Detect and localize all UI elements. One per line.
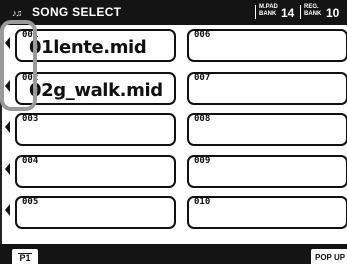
song-slot-001[interactable]: 001 01lente.mid — [15, 29, 176, 62]
reg-label-bottom: BANK — [304, 11, 322, 17]
title-bar: ♪♫ SONG SELECT M.PAD BANK 14 REG. BANK 1… — [0, 0, 347, 25]
tab-grip-icon — [18, 247, 32, 254]
select-arrow-icon[interactable] — [5, 121, 10, 133]
song-slot-005[interactable]: 005 — [15, 196, 176, 229]
reg-bank-label: REG. BANK — [304, 4, 321, 18]
page-title: SONG SELECT — [32, 5, 122, 19]
slot-number: 003 — [22, 114, 39, 124]
slot-number: 009 — [194, 156, 211, 166]
popup-button[interactable]: POP UP — [311, 249, 347, 264]
popup-label: POP UP — [315, 253, 346, 262]
song-slot-003[interactable]: 003 — [15, 113, 176, 146]
slot-number: 007 — [194, 73, 211, 83]
song-slot-002[interactable]: 002 02g_walk.mid — [15, 72, 176, 105]
slot-number: 006 — [194, 30, 211, 40]
select-arrow-icon[interactable] — [5, 204, 10, 216]
bottom-bar: P1 POP UP — [0, 244, 347, 264]
song-slot-009[interactable]: 009 — [187, 155, 347, 188]
reg-label-top: REG. — [304, 4, 319, 10]
song-filename: 02g_walk.mid — [29, 80, 163, 101]
header-divider — [300, 5, 301, 19]
song-slot-007[interactable]: 007 — [187, 72, 347, 105]
mpad-bank-value: 14 — [281, 6, 295, 20]
mpad-label-top: M.PAD — [259, 4, 278, 10]
slot-number: 010 — [194, 197, 211, 207]
header-divider — [255, 5, 256, 19]
reg-bank-value: 10 — [326, 6, 340, 20]
slot-number: 004 — [22, 156, 39, 166]
song-slot-004[interactable]: 004 — [15, 155, 176, 188]
song-slot-010[interactable]: 010 — [187, 196, 347, 229]
slot-number: 008 — [194, 114, 211, 124]
song-filename: 01lente.mid — [29, 37, 147, 58]
mpad-bank-label: M.PAD BANK — [259, 4, 278, 18]
slot-number: 005 — [22, 197, 39, 207]
select-arrow-icon[interactable] — [5, 163, 10, 175]
song-slot-008[interactable]: 008 — [187, 113, 347, 146]
song-icon: ♪♫ — [12, 8, 22, 18]
cursor-highlight — [0, 20, 37, 111]
song-slot-006[interactable]: 006 — [187, 29, 347, 62]
page-tab-label: P1 — [19, 253, 31, 263]
mpad-label-bottom: BANK — [259, 11, 277, 17]
